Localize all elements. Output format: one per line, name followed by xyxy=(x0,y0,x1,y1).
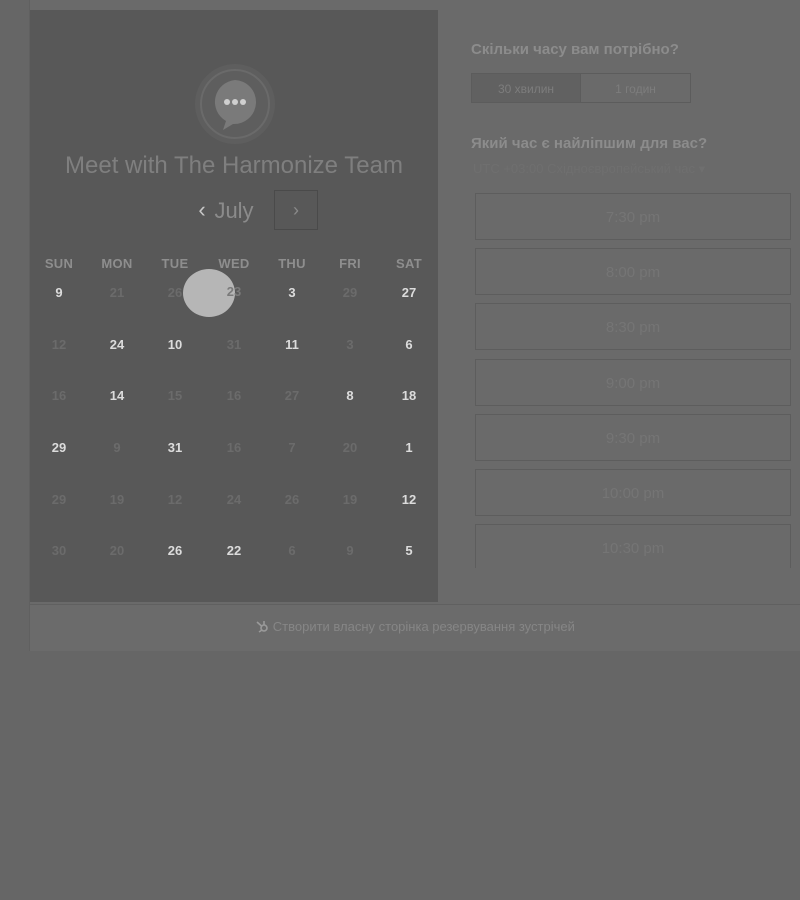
duration-option-1hour[interactable]: 1 годин xyxy=(580,73,691,103)
month-label: July xyxy=(214,198,254,223)
time-slot-button[interactable]: 9:30 pm xyxy=(475,414,791,461)
time-slot-button[interactable]: 8:00 pm xyxy=(475,248,791,295)
calendar-day[interactable]: 26 xyxy=(266,480,318,520)
time-slot-button[interactable]: 9:00 pm xyxy=(475,359,791,406)
weekday-header: THU xyxy=(278,256,306,271)
calendar-day[interactable]: 3 xyxy=(266,273,318,313)
calendar-day[interactable]: 31 xyxy=(149,428,201,468)
calendar-day[interactable]: 9 xyxy=(33,273,85,313)
calendar-day[interactable]: 27 xyxy=(383,273,435,313)
calendar-day[interactable]: 11 xyxy=(266,325,318,365)
calendar-day[interactable]: 9 xyxy=(324,531,376,571)
create-booking-page-label: Створити власну сторінка резервування зу… xyxy=(272,619,575,634)
weekday-header: TUE xyxy=(161,256,189,271)
footer-bar: Створити власну сторінка резервування зу… xyxy=(30,604,800,651)
calendar-day[interactable]: 15 xyxy=(149,376,201,416)
calendar-day[interactable]: 16 xyxy=(208,376,260,416)
calendar-day[interactable]: 21 xyxy=(91,273,143,313)
calendar-day[interactable]: 10 xyxy=(149,325,201,365)
calendar-day[interactable]: 26 xyxy=(149,531,201,571)
calendar-day[interactable]: 5 xyxy=(383,531,435,571)
weekday-header: FRI xyxy=(339,256,361,271)
calendar-day[interactable]: 16 xyxy=(33,376,85,416)
weekday-header: SAT xyxy=(396,256,422,271)
time-slot-list[interactable]: 7:30 pm 8:00 pm 8:30 pm 9:00 pm 9:30 pm … xyxy=(475,193,791,568)
weekday-header: WED xyxy=(218,256,250,271)
calendar-day[interactable]: 20 xyxy=(91,531,143,571)
timezone-label: UTC +03:00 Східноєвропейський час xyxy=(473,161,695,176)
time-slot-button[interactable]: 10:30 pm xyxy=(475,524,791,568)
timezone-dropdown[interactable]: UTC +03:00 Східноєвропейський час ▾ xyxy=(473,161,705,177)
calendar-day[interactable]: 19 xyxy=(324,480,376,520)
calendar-day[interactable]: 24 xyxy=(208,480,260,520)
chat-bubble-logo-icon xyxy=(195,64,275,144)
calendar-day[interactable]: 31 xyxy=(208,325,260,365)
calendar-day[interactable]: 29 xyxy=(33,480,85,520)
time-slot-button[interactable]: 10:00 pm xyxy=(475,469,791,516)
next-month-button[interactable]: › xyxy=(274,190,318,230)
time-slot-button[interactable]: 8:30 pm xyxy=(475,303,791,350)
calendar-day[interactable]: 18 xyxy=(383,376,435,416)
calendar-day[interactable]: 26 xyxy=(149,273,201,313)
calendar-day[interactable]: 6 xyxy=(266,531,318,571)
calendar-day[interactable]: 29 xyxy=(324,273,376,313)
calendar-day[interactable]: 6 xyxy=(383,325,435,365)
caret-down-icon: ▾ xyxy=(698,161,706,176)
calendar-day[interactable]: 22 xyxy=(208,531,260,571)
calendar-day[interactable]: 12 xyxy=(149,480,201,520)
hubspot-sprocket-icon xyxy=(255,619,273,634)
calendar-day[interactable]: 20 xyxy=(324,428,376,468)
calendar-day[interactable]: 3 xyxy=(324,325,376,365)
calendar-day[interactable]: 30 xyxy=(33,531,85,571)
page-title: Meet with The Harmonize Team xyxy=(65,152,403,179)
booking-options-panel: Скільки часу вам потрібно? 30 хвилин 1 г… xyxy=(470,0,800,600)
create-booking-page-link[interactable]: Створити власну сторінка резервування зу… xyxy=(30,619,800,634)
calendar-day[interactable]: 7 xyxy=(266,428,318,468)
calendar-day[interactable]: 12 xyxy=(33,325,85,365)
calendar-day[interactable]: 14 xyxy=(91,376,143,416)
month-navigation: ‹ July › xyxy=(30,190,438,232)
calendar-day[interactable]: 19 xyxy=(91,480,143,520)
calendar-day[interactable]: 16 xyxy=(208,428,260,468)
calendar-day[interactable]: 9 xyxy=(91,428,143,468)
weekday-header: MON xyxy=(101,256,133,271)
calendar-day[interactable]: 12 xyxy=(383,480,435,520)
time-question: Який час є найліпшим для вас? xyxy=(471,135,708,152)
calendar-day[interactable]: 24 xyxy=(91,325,143,365)
calendar-day[interactable]: 1 xyxy=(383,428,435,468)
calendar-day-selected[interactable]: 23 xyxy=(208,272,260,312)
calendar-day[interactable]: 27 xyxy=(266,376,318,416)
calendar-day[interactable]: 29 xyxy=(33,428,85,468)
duration-option-30min[interactable]: 30 хвилин xyxy=(471,73,581,103)
duration-question: Скільки часу вам потрібно? xyxy=(471,41,679,58)
calendar-day[interactable]: 8 xyxy=(324,376,376,416)
time-slot-button[interactable]: 7:30 pm xyxy=(475,193,791,240)
weekday-header: SUN xyxy=(44,256,74,271)
